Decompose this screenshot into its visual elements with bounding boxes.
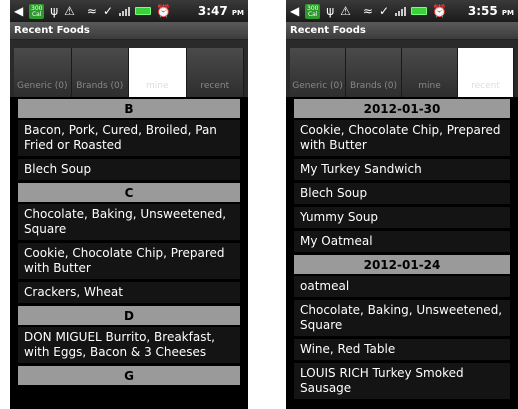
phone-screen-recent: ◀ 300 Cal ψ ⚠ ≈ ✓ ⏰ 3:55 PM Recent Foods… [286,0,518,409]
tab-recent[interactable]: recent [186,48,244,97]
food-list-item[interactable]: My Turkey Sandwich [294,159,510,183]
section-header: C [18,183,240,204]
page-title: Recent Foods [286,22,518,40]
section-header: B [18,99,240,120]
warning-icon: ⚠ [340,4,351,18]
tab-brands-0[interactable]: Brands (0) [71,48,129,97]
food-list-item[interactable]: oatmeal [294,276,510,300]
battery-icon [411,7,428,15]
alarm-icon: ⏰ [156,4,171,18]
clock: 3:55 PM [467,4,514,18]
food-list-item[interactable]: LOUIS RICH Turkey Smoked Sausage [294,363,510,402]
signal-strength-icon [119,6,131,16]
tab-generic-0[interactable]: Generic (0) [14,48,72,97]
section-header: D [18,306,240,327]
back-arrow-icon: ◀ [290,4,300,18]
tab-mine[interactable]: mine [402,48,458,97]
tab-mine[interactable]: mine [129,48,187,97]
tab-brands-0[interactable]: Brands (0) [346,48,402,97]
back-arrow-icon: ◀ [14,4,24,18]
tab-generic-0[interactable]: Generic (0) [290,48,346,97]
food-list-item[interactable]: Bacon, Pork, Cured, Broiled, Pan Fried o… [18,120,240,159]
food-list-item[interactable]: Chocolate, Baking, Unsweetened, Square [294,300,510,339]
status-bar: ◀ 300 Cal ψ ⚠ ≈ ✓ ⏰ 3:55 PM [286,0,518,22]
status-bar: ◀ 300 Cal ψ ⚠ ≈ ✓ ⏰ 3:47 PM [10,0,248,22]
tab-bar: Generic (0) Brands (0) mine recent [290,48,514,97]
food-list-item[interactable]: Blech Soup [294,183,510,207]
phone-screen-mine: ◀ 300 Cal ψ ⚠ ≈ ✓ ⏰ 3:47 PM Recent Foods… [10,0,248,409]
food-list-item[interactable]: My Oatmeal [294,231,510,255]
food-list-item[interactable]: Cookie, Chocolate Chip, Prepared with Bu… [18,243,240,282]
food-list: 2012-01-30 Cookie, Chocolate Chip, Prepar… [286,97,518,402]
food-list-item[interactable]: Chocolate, Baking, Unsweetened, Square [18,204,240,243]
signal-strength-icon [395,6,407,16]
wifi-icon: ≈ [86,4,97,18]
page-title: Recent Foods [10,22,248,40]
food-list-item[interactable]: Yummy Soup [294,207,510,231]
food-list: B Bacon, Pork, Cured, Broiled, Pan Fried … [10,97,248,387]
usb-icon: ψ [326,4,335,18]
alarm-icon: ⏰ [432,4,447,18]
clock: 3:47 PM [197,4,244,18]
section-header: 2012-01-24 [294,255,510,276]
tab-recent[interactable]: recent [458,48,514,97]
food-list-item[interactable]: DON MIGUEL Burrito, Breakfast, with Eggs… [18,327,240,366]
food-list-item[interactable]: Crackers, Wheat [18,282,240,306]
food-list-item[interactable]: Blech Soup [18,159,240,183]
section-header: 2012-01-30 [294,99,510,120]
warning-icon: ⚠ [64,4,75,18]
network-icon: ✓ [378,4,390,18]
tab-bar: Generic (0) Brands (0) mine recent [14,48,244,97]
food-list-item[interactable]: Cookie, Chocolate Chip, Prepared with Bu… [294,120,510,159]
section-header: G [18,366,240,387]
food-list-item[interactable]: Wine, Red Table [294,339,510,363]
calorie-badge-icon: 300 Cal [29,3,45,19]
battery-icon [135,7,152,15]
calorie-badge-icon: 300 Cal [305,3,321,19]
usb-icon: ψ [50,4,59,18]
wifi-icon: ≈ [362,4,373,18]
network-icon: ✓ [102,4,114,18]
